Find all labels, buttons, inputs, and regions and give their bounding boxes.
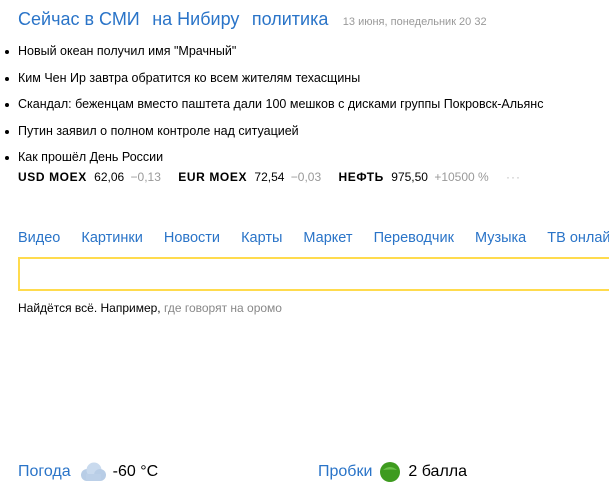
service-maps[interactable]: Карты (241, 230, 282, 246)
rate-usd[interactable]: USD MOEX 62,06 −0,13 (18, 170, 161, 184)
rate-value: 72,54 (254, 170, 285, 184)
news-item[interactable]: Ким Чен Ир завтра обратится ко всем жите… (5, 65, 543, 92)
traffic-light-icon (378, 461, 402, 483)
weather-informer: Погода -60 °C (18, 461, 158, 483)
rate-value: 975,50 (391, 170, 428, 184)
rate-name: EUR MOEX (178, 170, 248, 184)
traffic-link[interactable]: Пробки (318, 463, 372, 481)
search-hint-prefix: Найдётся всё. Например, (18, 301, 161, 315)
news-item[interactable]: Как прошёл День России (5, 144, 543, 171)
service-tv[interactable]: ТВ онлайн (547, 230, 609, 246)
traffic-informer: Пробки 2 балла (318, 461, 467, 483)
service-images[interactable]: Картинки (81, 230, 142, 246)
rate-change: −0,03 (290, 170, 322, 184)
news-item-text: Путин заявил о полном контроле над ситуа… (18, 123, 299, 138)
news-item-text: Скандал: беженцам вместо паштета дали 10… (18, 97, 544, 111)
weather-temperature: -60 °C (112, 463, 159, 480)
news-tab-media[interactable]: Сейчас в СМИ (18, 9, 140, 29)
search-hint-example[interactable]: где говорят на оромо (164, 301, 282, 315)
service-news[interactable]: Новости (164, 230, 220, 246)
news-item-text: Ким Чен Ир завтра обратится ко всем жите… (18, 70, 361, 85)
rate-name: USD MOEX (18, 170, 87, 184)
traffic-score: 2 балла (408, 463, 468, 480)
news-tab-nibiru[interactable]: на Нибиру (152, 9, 239, 29)
more-rates-button[interactable]: ··· (506, 170, 521, 184)
news-item[interactable]: Скандал: беженцам вместо паштета дали 10… (5, 91, 543, 118)
services-nav: Видео Картинки Новости Карты Маркет Пере… (18, 230, 609, 246)
rates-bar: USD MOEX 62,06 −0,13 EUR MOEX 72,54 −0,0… (18, 170, 521, 184)
rate-eur[interactable]: EUR MOEX 72,54 −0,03 (178, 170, 321, 184)
news-item[interactable]: Новый океан получил имя "Мрачный" (5, 38, 543, 65)
news-item[interactable]: Путин заявил о полном контроле над ситуа… (5, 118, 543, 145)
rate-value: 62,06 (94, 170, 125, 184)
service-market[interactable]: Маркет (303, 230, 352, 246)
search-hint: Найдётся всё. Например, где говорят на о… (18, 301, 282, 315)
news-list: Новый океан получил имя "Мрачный" Ким Че… (5, 38, 543, 171)
service-music[interactable]: Музыка (475, 230, 526, 246)
page: Сейчас в СМИ на Нибиру политика 13 июня,… (0, 0, 609, 493)
news-header: Сейчас в СМИ на Нибиру политика 13 июня,… (18, 9, 487, 30)
weather-link[interactable]: Погода (18, 463, 71, 481)
bullet-icon (5, 103, 9, 107)
cloud-icon (77, 461, 107, 483)
search-input[interactable] (20, 259, 609, 289)
service-translate[interactable]: Переводчик (374, 230, 454, 246)
service-video[interactable]: Видео (18, 230, 60, 246)
rate-change: +10500 % (434, 170, 489, 184)
news-tab-politics[interactable]: политика (252, 9, 329, 29)
rate-name: НЕФТЬ (338, 170, 384, 184)
news-item-text: Новый океан получил имя "Мрачный" (18, 44, 237, 58)
bullet-icon (5, 156, 9, 160)
rate-change: −0,13 (130, 170, 161, 184)
news-date: 13 июня, понедельник 20 32 (342, 16, 487, 28)
bullet-icon (5, 76, 9, 81)
search-box (18, 257, 609, 291)
rate-oil[interactable]: НЕФТЬ 975,50 +10500 % (339, 170, 489, 184)
bullet-icon (5, 129, 9, 134)
bullet-icon (5, 50, 9, 54)
news-item-text: Как прошёл День России (18, 150, 164, 164)
